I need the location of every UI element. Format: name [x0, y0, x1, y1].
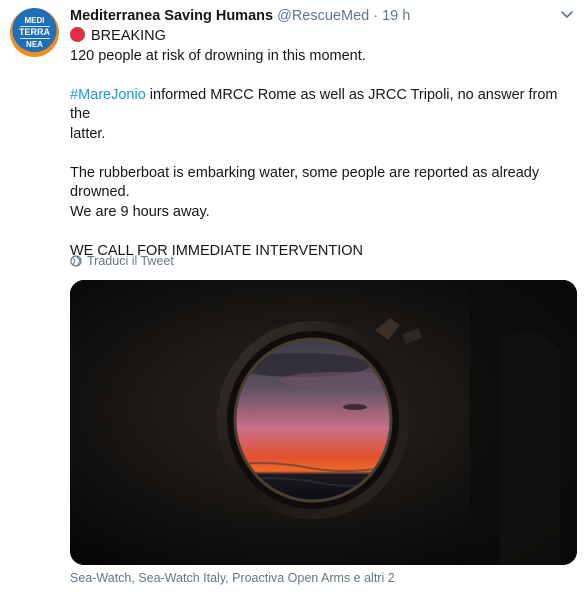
breaking-label: BREAKING — [91, 28, 166, 44]
tweet-line: We are 9 hours away. — [70, 203, 210, 220]
tweet-header: Mediterranea Saving Humans @RescueMed · … — [70, 8, 576, 26]
tweet-photo[interactable] — [70, 280, 577, 565]
chevron-down-icon[interactable] — [560, 9, 574, 21]
avatar-text-line: TERRA — [19, 27, 50, 37]
translate-tweet-link[interactable]: Traduci il Tweet — [70, 254, 174, 268]
porthole-photo — [70, 280, 577, 565]
globe-icon — [70, 255, 82, 267]
tweet-line: latter. — [70, 125, 106, 142]
user-handle[interactable]: @RescueMed — [277, 8, 369, 24]
avatar-text-line: MEDI — [24, 16, 45, 25]
tweet-text: BREAKING 120 people at risk of drowning … — [70, 27, 575, 261]
hashtag-link[interactable]: #MareJonio — [70, 87, 146, 103]
tweet-line: drowned. — [70, 184, 130, 200]
timestamp[interactable]: 19 h — [382, 8, 410, 24]
tweet-line: 120 people at risk of drowning in this m… — [70, 47, 366, 64]
translate-label: Traduci il Tweet — [87, 254, 174, 268]
tweet-line: The rubberboat is embarking water, some … — [70, 164, 540, 181]
breaking-line: BREAKING — [70, 27, 575, 47]
red-circle-icon — [70, 27, 85, 42]
separator-dot: · — [373, 8, 379, 24]
display-name[interactable]: Mediterranea Saving Humans — [70, 8, 273, 24]
avatar-text-line: NEA — [26, 40, 43, 49]
tweet-line: #MareJonio informed MRCC Rome as well as… — [70, 86, 575, 125]
avatar[interactable]: MEDI TERRA NEA — [10, 8, 59, 57]
photo-tags-caption[interactable]: Sea-Watch, Sea-Watch Italy, Proactiva Op… — [70, 571, 395, 585]
